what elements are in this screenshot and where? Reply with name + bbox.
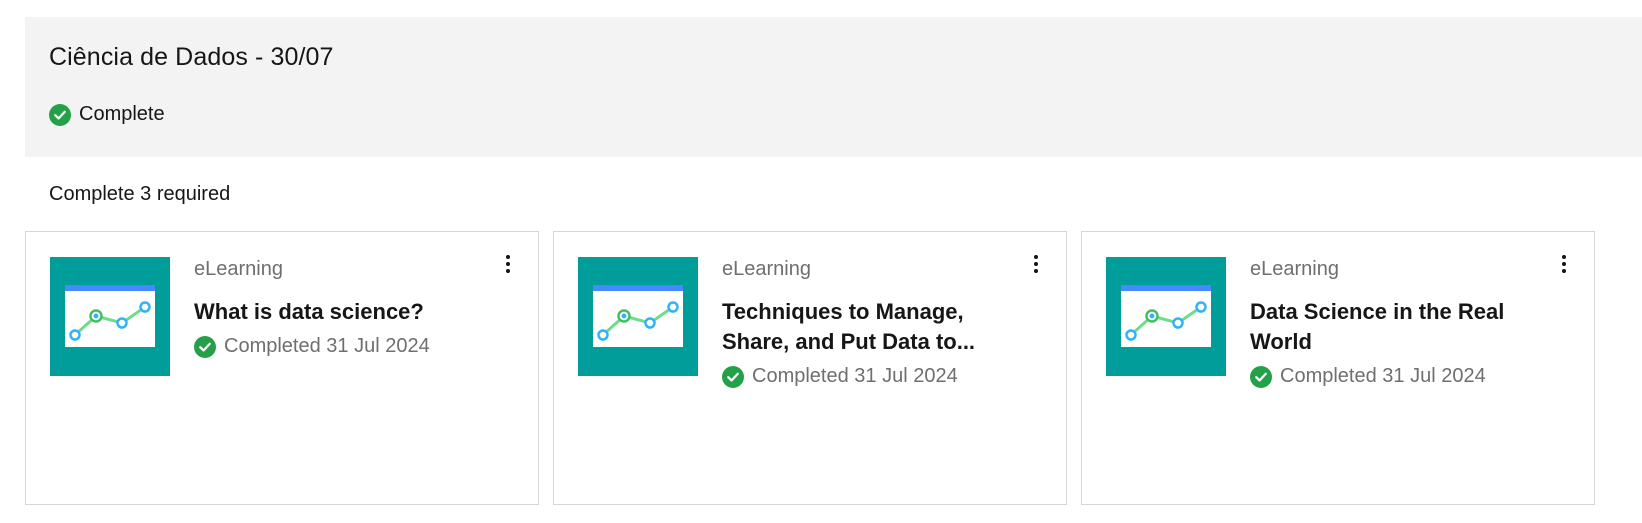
course-type: eLearning: [194, 258, 283, 280]
course-thumbnail: [578, 257, 698, 376]
overflow-menu-icon[interactable]: [1552, 252, 1576, 276]
plan-status-label: Complete: [79, 103, 165, 125]
plan-status: Complete: [49, 103, 165, 126]
course-type: eLearning: [722, 258, 811, 280]
course-card[interactable]: eLearning Techniques to Manage, Share, a…: [553, 231, 1067, 505]
course-card[interactable]: eLearning What is data science? Complete…: [25, 231, 539, 505]
plan-header: Ciência de Dados - 30/07 Complete: [25, 17, 1642, 157]
learning-plan-page: Ciência de Dados - 30/07 Complete Comple…: [0, 0, 1642, 523]
plan-title: Ciência de Dados - 30/07: [49, 43, 334, 71]
course-status: Completed 31 Jul 2024: [722, 365, 958, 388]
check-circle-icon: [1250, 365, 1272, 388]
check-circle-icon: [194, 335, 216, 358]
check-circle-icon: [49, 103, 71, 126]
check-circle-icon: [722, 365, 744, 388]
line-chart-thumbnail: [593, 285, 683, 347]
course-status-label: Completed 31 Jul 2024: [224, 335, 430, 357]
course-thumbnail: [1106, 257, 1226, 376]
overflow-menu-icon[interactable]: [1024, 252, 1048, 276]
course-status-label: Completed 31 Jul 2024: [1280, 365, 1486, 387]
course-status: Completed 31 Jul 2024: [1250, 365, 1486, 388]
course-status-label: Completed 31 Jul 2024: [752, 365, 958, 387]
course-title[interactable]: Techniques to Manage, Share, and Put Dat…: [722, 297, 1022, 357]
course-type: eLearning: [1250, 258, 1339, 280]
course-title[interactable]: Data Science in the Real World: [1250, 297, 1550, 357]
course-status: Completed 31 Jul 2024: [194, 335, 430, 358]
course-title[interactable]: What is data science?: [194, 297, 494, 327]
course-thumbnail: [50, 257, 170, 376]
line-chart-thumbnail: [1121, 285, 1211, 347]
course-card[interactable]: eLearning Data Science in the Real World…: [1081, 231, 1595, 505]
overflow-menu-icon[interactable]: [496, 252, 520, 276]
line-chart-thumbnail: [65, 285, 155, 347]
requirement-label: Complete 3 required: [49, 183, 231, 205]
